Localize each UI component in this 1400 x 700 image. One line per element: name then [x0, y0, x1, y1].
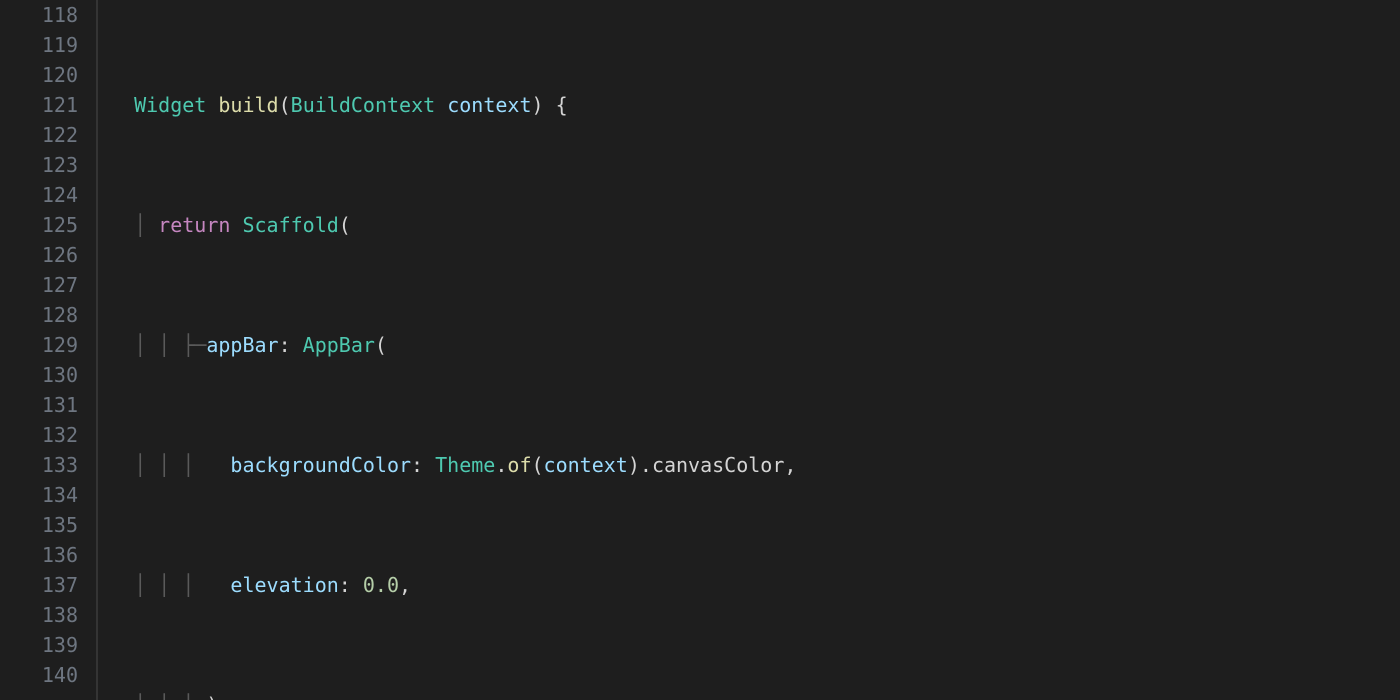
line-number: 134: [0, 480, 96, 510]
type-buildcontext: BuildContext: [291, 93, 436, 117]
line-number: 128: [0, 300, 96, 330]
line-number: 120: [0, 60, 96, 90]
line-number: 131: [0, 390, 96, 420]
type-widget: Widget: [134, 93, 206, 117]
code-line[interactable]: │ │ ├─appBar: AppBar(: [110, 330, 1400, 360]
code-line[interactable]: │ │ │ elevation: 0.0,: [110, 570, 1400, 600]
line-number: 129: [0, 330, 96, 360]
line-number: 140: [0, 660, 96, 690]
code-editor[interactable]: 1181191201211221231241251261271281291301…: [0, 0, 1400, 700]
code-line[interactable]: Widget build(BuildContext context) {: [110, 90, 1400, 120]
line-number: 127: [0, 270, 96, 300]
line-number: 138: [0, 600, 96, 630]
line-number: 133: [0, 450, 96, 480]
code-line[interactable]: │ │ │ ),: [110, 690, 1400, 700]
param-appbar: appBar: [206, 333, 278, 357]
line-number: 126: [0, 240, 96, 270]
arg-context: context: [544, 453, 628, 477]
line-number: 130: [0, 360, 96, 390]
line-number: 125: [0, 210, 96, 240]
param-backgroundcolor: backgroundColor: [230, 453, 411, 477]
line-number: 119: [0, 30, 96, 60]
code-area[interactable]: Widget build(BuildContext context) { │ r…: [98, 0, 1400, 700]
line-number: 135: [0, 510, 96, 540]
code-line[interactable]: │ return Scaffold(: [110, 210, 1400, 240]
line-number: 123: [0, 150, 96, 180]
type-theme: Theme: [435, 453, 495, 477]
line-number: 124: [0, 180, 96, 210]
line-number-gutter: 1181191201211221231241251261271281291301…: [0, 0, 96, 700]
line-number: 122: [0, 120, 96, 150]
keyword-return: return: [158, 213, 230, 237]
code-line[interactable]: │ │ │ backgroundColor: Theme.of(context)…: [110, 450, 1400, 480]
line-number: 139: [0, 630, 96, 660]
method-of: of: [507, 453, 531, 477]
line-number: 121: [0, 90, 96, 120]
line-number: 137: [0, 570, 96, 600]
type-scaffold: Scaffold: [242, 213, 338, 237]
param-elevation: elevation: [230, 573, 338, 597]
line-number: 118: [0, 0, 96, 30]
param-context: context: [447, 93, 531, 117]
literal-0: 0.0: [363, 573, 399, 597]
line-number: 136: [0, 540, 96, 570]
field-canvascolor: canvasColor: [652, 453, 784, 477]
type-appbar: AppBar: [303, 333, 375, 357]
line-number: 132: [0, 420, 96, 450]
method-build: build: [218, 93, 278, 117]
